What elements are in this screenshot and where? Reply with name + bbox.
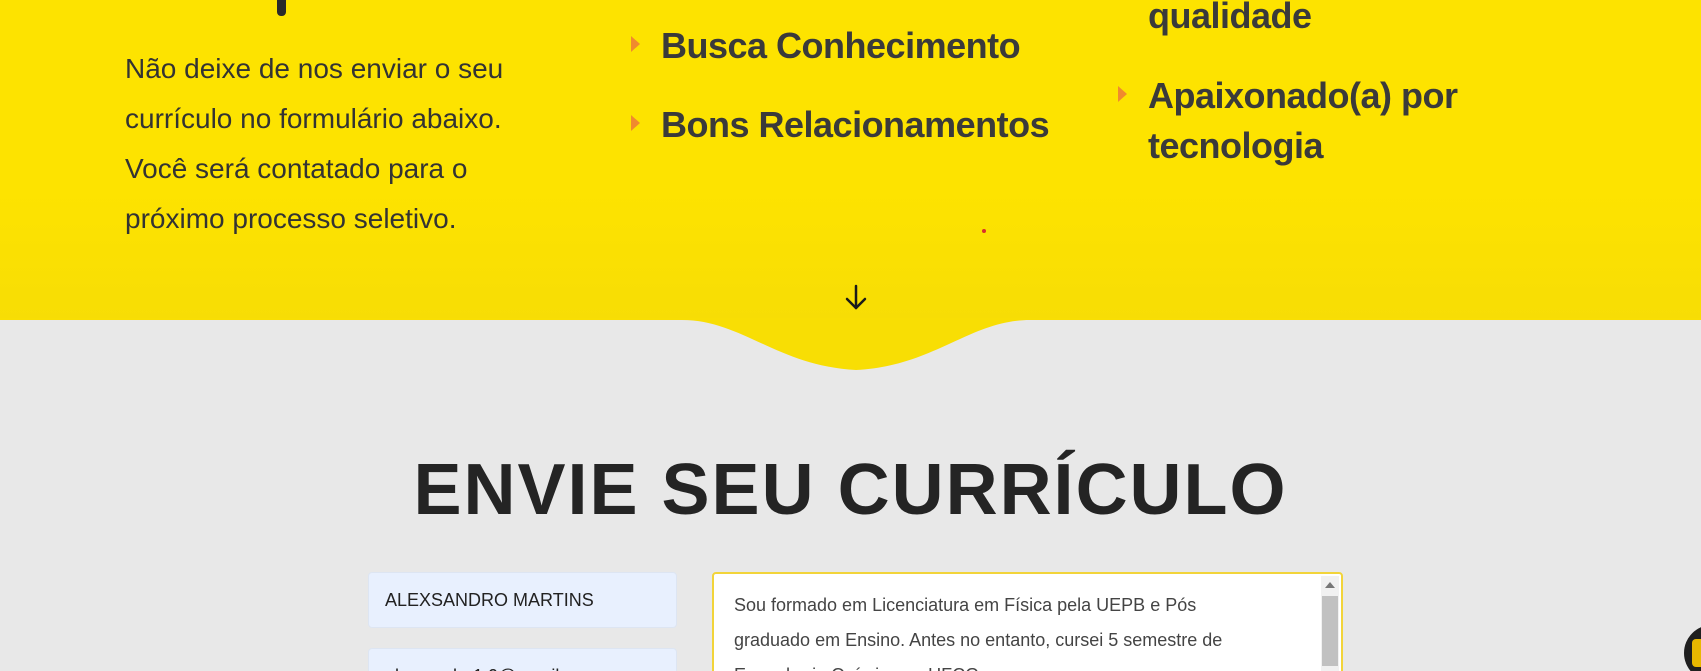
caret-right-icon xyxy=(631,36,640,52)
feature-apaixonado-line: Apaixonado(a) por xyxy=(1148,75,1458,116)
arrow-down-icon[interactable] xyxy=(843,283,869,313)
textarea-scrollbar[interactable] xyxy=(1321,576,1339,671)
intro-line: currículo no formulário abaixo. xyxy=(125,103,502,134)
feature-apaixonado: Apaixonado(a) por tecnologia xyxy=(1148,71,1458,171)
intro-paragraph: Não deixe de nos enviar o seu currículo … xyxy=(125,44,565,244)
scroll-up-arrow-icon[interactable] xyxy=(1325,582,1335,588)
feature-busca-conhecimento: Busca Conhecimento xyxy=(661,25,1021,66)
feature-bons-relacionamentos: Bons Relacionamentos xyxy=(661,104,1050,145)
floating-chat-widget[interactable] xyxy=(1684,625,1701,671)
feature-apaixonado-line: tecnologia xyxy=(1148,125,1324,166)
hero-yellow-band: Não deixe de nos enviar o seu currículo … xyxy=(0,0,1701,320)
feature-qualidade-partial: qualidade xyxy=(1148,0,1312,36)
decorative-dot xyxy=(982,229,986,233)
message-textarea[interactable]: Sou formado em Licenciatura em Física pe… xyxy=(712,572,1343,671)
heading-fragment xyxy=(277,0,286,16)
message-line: Engenharia Química na UFCG. xyxy=(734,658,1301,671)
widget-logo-icon xyxy=(1692,639,1701,667)
intro-line: Você será contatado para o xyxy=(125,153,468,184)
email-input[interactable]: alexsandro1.9@gmail.com xyxy=(368,648,677,671)
message-line: graduado em Ensino. Antes no entanto, cu… xyxy=(734,630,1223,650)
intro-line: Não deixe de nos enviar o seu xyxy=(125,53,504,84)
wave-divider xyxy=(0,318,1701,370)
caret-right-icon xyxy=(631,115,640,131)
intro-line: próximo processo seletivo. xyxy=(125,203,457,234)
name-input[interactable]: ALEXSANDRO MARTINS xyxy=(368,572,677,628)
message-line: Sou formado em Licenciatura em Física pe… xyxy=(734,595,1197,615)
section-title: ENVIE SEU CURRÍCULO xyxy=(413,450,1288,530)
caret-right-icon xyxy=(1118,86,1127,102)
scroll-thumb[interactable] xyxy=(1322,596,1338,666)
